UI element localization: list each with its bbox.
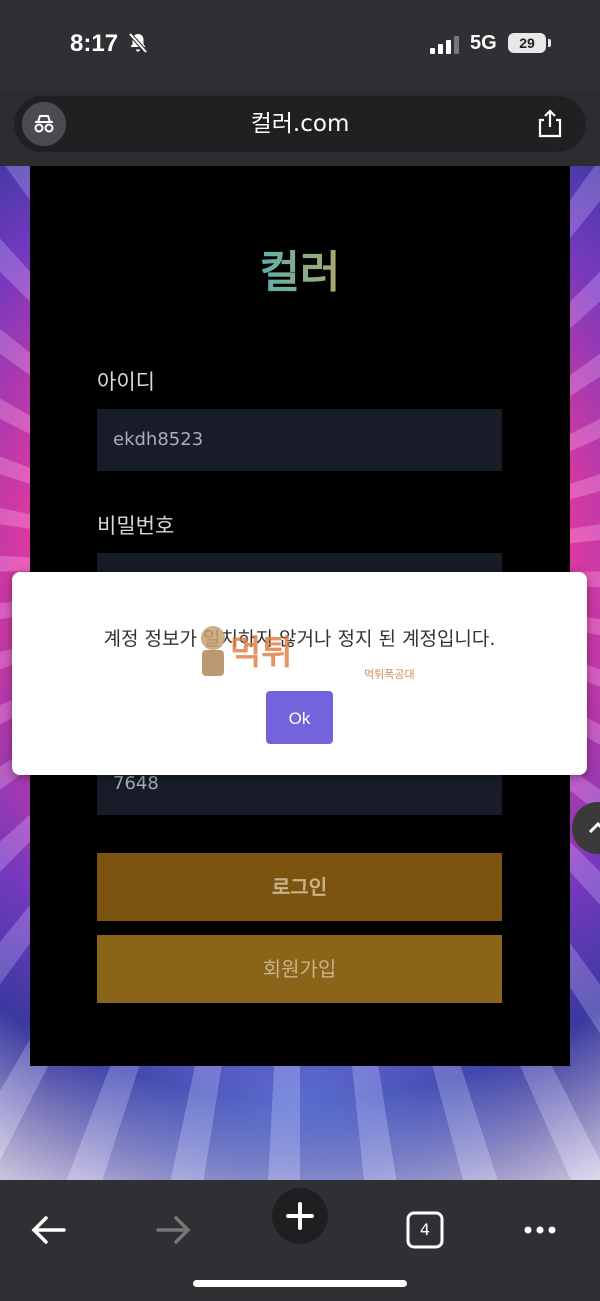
battery-indicator: 29 bbox=[508, 33, 551, 53]
signal-icon bbox=[430, 36, 459, 54]
share-icon[interactable] bbox=[536, 108, 564, 138]
address-bar[interactable]: 컬러.com bbox=[14, 96, 586, 152]
more-icon[interactable] bbox=[510, 1196, 570, 1256]
bell-off-icon bbox=[128, 32, 148, 54]
login-button[interactable]: 로그인 bbox=[97, 853, 502, 921]
password-label: 비밀번호 bbox=[97, 514, 175, 538]
plus-icon[interactable] bbox=[270, 1188, 330, 1248]
home-indicator[interactable] bbox=[193, 1280, 407, 1287]
tabs-button[interactable]: 4 bbox=[396, 1196, 456, 1256]
signup-button[interactable]: 회원가입 bbox=[97, 935, 502, 1003]
url-text[interactable]: 컬러.com bbox=[14, 96, 586, 152]
tab-count: 4 bbox=[419, 1220, 431, 1239]
status-time: 8:17 bbox=[70, 30, 119, 57]
ok-button[interactable]: Ok bbox=[266, 691, 333, 744]
status-bar: 8:17 5G 29 bbox=[0, 0, 600, 90]
watermark-logo: 먹튀 bbox=[201, 626, 293, 676]
forward-arrow-icon[interactable] bbox=[144, 1196, 204, 1256]
network-label: 5G bbox=[470, 32, 497, 54]
alert-dialog: 계정 정보가 일치하지 않거나 정지 된 계정입니다. 먹튀 먹튀폭공대 Ok bbox=[12, 572, 587, 775]
watermark-text: 먹튀 bbox=[230, 633, 293, 673]
id-input[interactable]: ekdh8523 bbox=[97, 409, 502, 471]
incognito-icon[interactable] bbox=[22, 102, 66, 146]
watermark-subtext: 먹튀폭공대 bbox=[364, 668, 415, 681]
back-arrow-icon[interactable] bbox=[18, 1196, 78, 1256]
id-label: 아이디 bbox=[97, 370, 155, 394]
site-logo: 컬러 bbox=[30, 236, 570, 300]
